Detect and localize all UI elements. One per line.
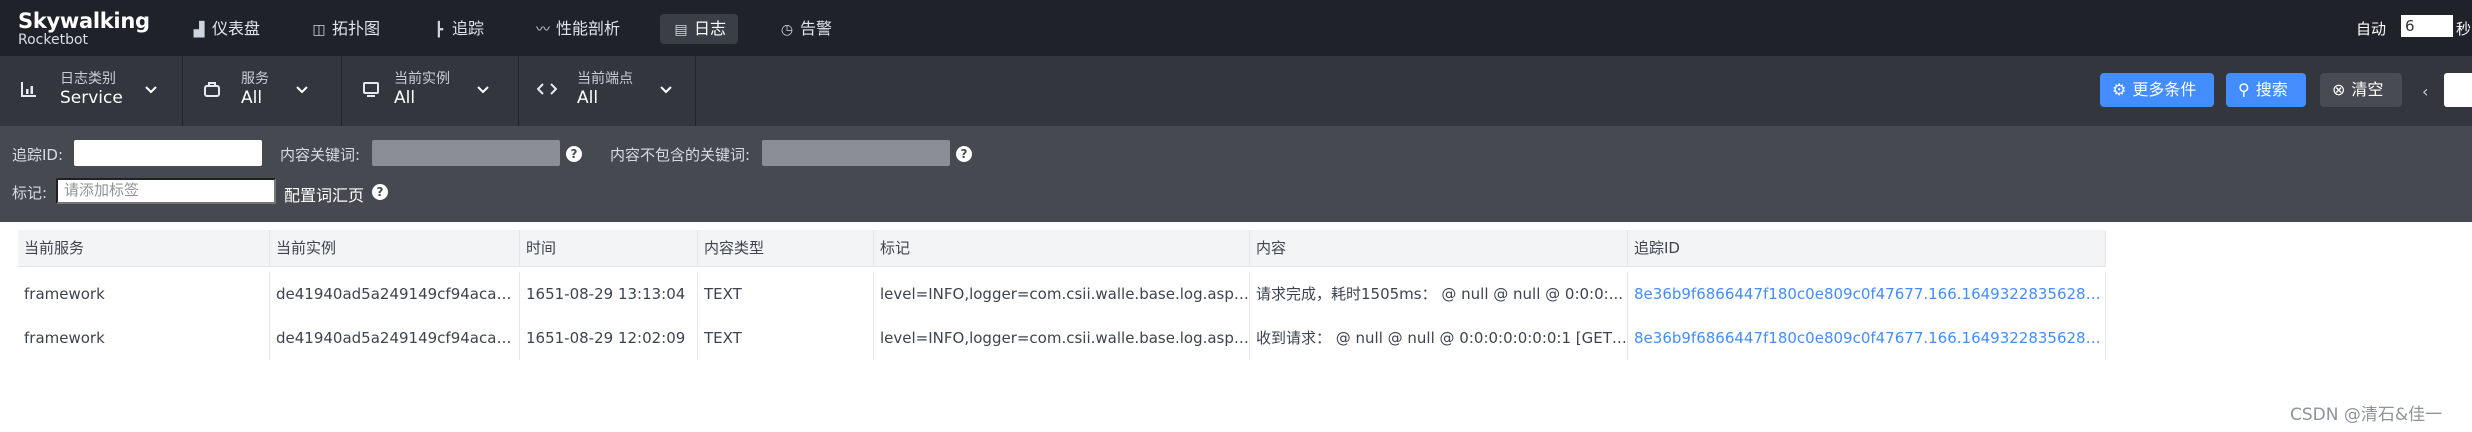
trace-icon: ┣ [434, 22, 444, 38]
topology-icon: ◫ [312, 22, 326, 38]
instance-icon [362, 80, 382, 100]
column-header: 追踪ID [1628, 230, 2106, 266]
selector-title: 日志类别 [60, 71, 116, 87]
cell-tags: level=INFO,logger=com.csii.walle.base.lo… [874, 316, 1250, 360]
chevron-down-icon [295, 82, 309, 96]
cell-instance: de41940ad5a249149cf94aca50... [270, 272, 520, 316]
column-header: 内容类型 [698, 230, 874, 266]
cell-content: 请求完成，耗时1505ms： @ null @ null @ 0:0:0:... [1250, 272, 1628, 316]
nav-label: 告警 [800, 19, 833, 38]
table-row[interactable]: framework de41940ad5a249149cf94aca50... … [18, 316, 2106, 360]
log-icon: ▤ [674, 22, 688, 38]
trace-id-label: 追踪ID: [12, 146, 64, 164]
log-category-selector[interactable]: 日志类别 Service [0, 56, 183, 126]
nav-topology[interactable]: ◫ 拓扑图 [298, 14, 392, 44]
selector-bar: 日志类别 Service 服务 All 当前实例 All 当前端点 All ⚙ … [0, 56, 2472, 126]
cell-time: 1651-08-29 13:13:04 [520, 272, 698, 316]
trace-id-input[interactable] [74, 140, 262, 166]
cell-time: 1651-08-29 12:02:09 [520, 316, 698, 360]
cell-trace-id-link[interactable]: 8e36b9f6866447f180c0e809c0f47677.166.164… [1628, 272, 2106, 316]
column-header: 当前实例 [270, 230, 520, 266]
cell-content: 收到请求： @ null @ null @ 0:0:0:0:0:0:0:1 [G… [1250, 316, 1628, 360]
column-header: 标记 [874, 230, 1250, 266]
nav-label: 拓扑图 [332, 19, 381, 38]
nav-trace[interactable]: ┣ 追踪 [418, 14, 496, 44]
cell-instance: de41940ad5a249149cf94aca50... [270, 316, 520, 360]
cell-content-type: TEXT [698, 272, 874, 316]
auto-refresh-input[interactable]: 6 [2401, 15, 2453, 37]
nav-label: 日志 [694, 19, 727, 38]
config-vocabulary-link[interactable]: 配置词汇页 [284, 182, 364, 206]
logo[interactable]: Skywalking Rocketbot [18, 10, 150, 48]
alarm-icon: ◷ [780, 22, 794, 38]
auto-refresh-unit: 秒 [2456, 20, 2472, 38]
nav-dashboard[interactable]: ▟ 仪表盘 [178, 14, 272, 44]
bar-chart-icon: ▟ [193, 22, 205, 38]
search-icon: ⚲ [2238, 80, 2250, 99]
nav-profile[interactable]: 〰性能剖析 [522, 14, 632, 44]
selector-title: 当前端点 [577, 71, 633, 87]
tags-input[interactable] [56, 178, 276, 204]
gear-icon: ⚙ [2112, 80, 2127, 99]
chevron-left-icon[interactable]: ‹ [2422, 82, 2428, 101]
exclude-keywords-input[interactable] [762, 140, 950, 166]
endpoint-selector[interactable]: 当前端点 All [519, 56, 696, 126]
nav-label: 仪表盘 [212, 19, 261, 38]
help-icon[interactable]: ? [566, 146, 582, 162]
brand-sub: Rocketbot [18, 32, 89, 48]
selector-title: 服务 [241, 71, 269, 87]
close-circle-icon: ⊗ [2332, 80, 2346, 99]
clear-button[interactable]: ⊗ 清空 [2320, 73, 2402, 107]
tags-label: 标记: [12, 184, 48, 202]
column-header: 时间 [520, 230, 698, 266]
cell-service: framework [18, 316, 270, 360]
table-row[interactable]: framework de41940ad5a249149cf94aca50... … [18, 272, 2106, 316]
top-nav: Skywalking Rocketbot ▟ 仪表盘 ◫ 拓扑图 ┣ 追踪 〰性能剖析… [0, 0, 2472, 56]
cell-service: framework [18, 272, 270, 316]
brand-name: Skywalking [18, 9, 150, 33]
selector-value: Service [60, 88, 123, 108]
keywords-label: 内容关键词: [280, 146, 361, 164]
chevron-down-icon [144, 82, 158, 96]
log-category-icon [20, 80, 40, 100]
watermark: CSDN @清石&佳一 [2290, 405, 2443, 425]
cell-content-type: TEXT [698, 316, 874, 360]
search-label: 搜索 [2255, 80, 2288, 99]
keywords-input[interactable] [372, 140, 560, 166]
clear-label: 清空 [2351, 80, 2384, 99]
nav-log[interactable]: ▤ 日志 [660, 14, 739, 44]
page-input[interactable] [2444, 73, 2472, 107]
selector-value: All [577, 88, 599, 108]
nav-alarm[interactable]: ◷ 告警 [766, 14, 844, 44]
selector-value: All [394, 88, 416, 108]
cell-tags: level=INFO,logger=com.csii.walle.base.lo… [874, 272, 1250, 316]
selector-value: All [241, 88, 263, 108]
table-header: 当前服务 当前实例 时间 内容类型 标记 内容 追踪ID [18, 230, 2106, 267]
chevron-down-icon [476, 82, 490, 96]
filter-panel: 追踪ID: 内容关键词: ? 内容不包含的关键词: ? 标记: 配置词汇页 ? [0, 126, 2472, 222]
selector-title: 当前实例 [394, 71, 450, 87]
more-conditions-button[interactable]: ⚙ 更多条件 [2100, 73, 2214, 107]
column-header: 内容 [1250, 230, 1628, 266]
nav-label: 性能剖析 [556, 19, 621, 38]
help-icon[interactable]: ? [372, 184, 388, 200]
auto-refresh-label: 自动 [2356, 20, 2387, 38]
search-button[interactable]: ⚲ 搜索 [2226, 73, 2306, 107]
cell-trace-id-link[interactable]: 8e36b9f6866447f180c0e809c0f47677.166.164… [1628, 316, 2106, 360]
more-conditions-label: 更多条件 [2132, 80, 2197, 99]
column-header: 当前服务 [18, 230, 270, 266]
nav-label: 追踪 [452, 19, 485, 38]
instance-selector[interactable]: 当前实例 All [342, 56, 519, 126]
help-icon[interactable]: ? [956, 146, 972, 162]
endpoint-icon [536, 80, 558, 100]
line-chart-icon: 〰 [536, 22, 550, 38]
exclude-keywords-label: 内容不包含的关键词: [610, 146, 751, 164]
service-selector[interactable]: 服务 All [183, 56, 342, 126]
chevron-down-icon [659, 82, 673, 96]
service-icon [203, 80, 223, 100]
